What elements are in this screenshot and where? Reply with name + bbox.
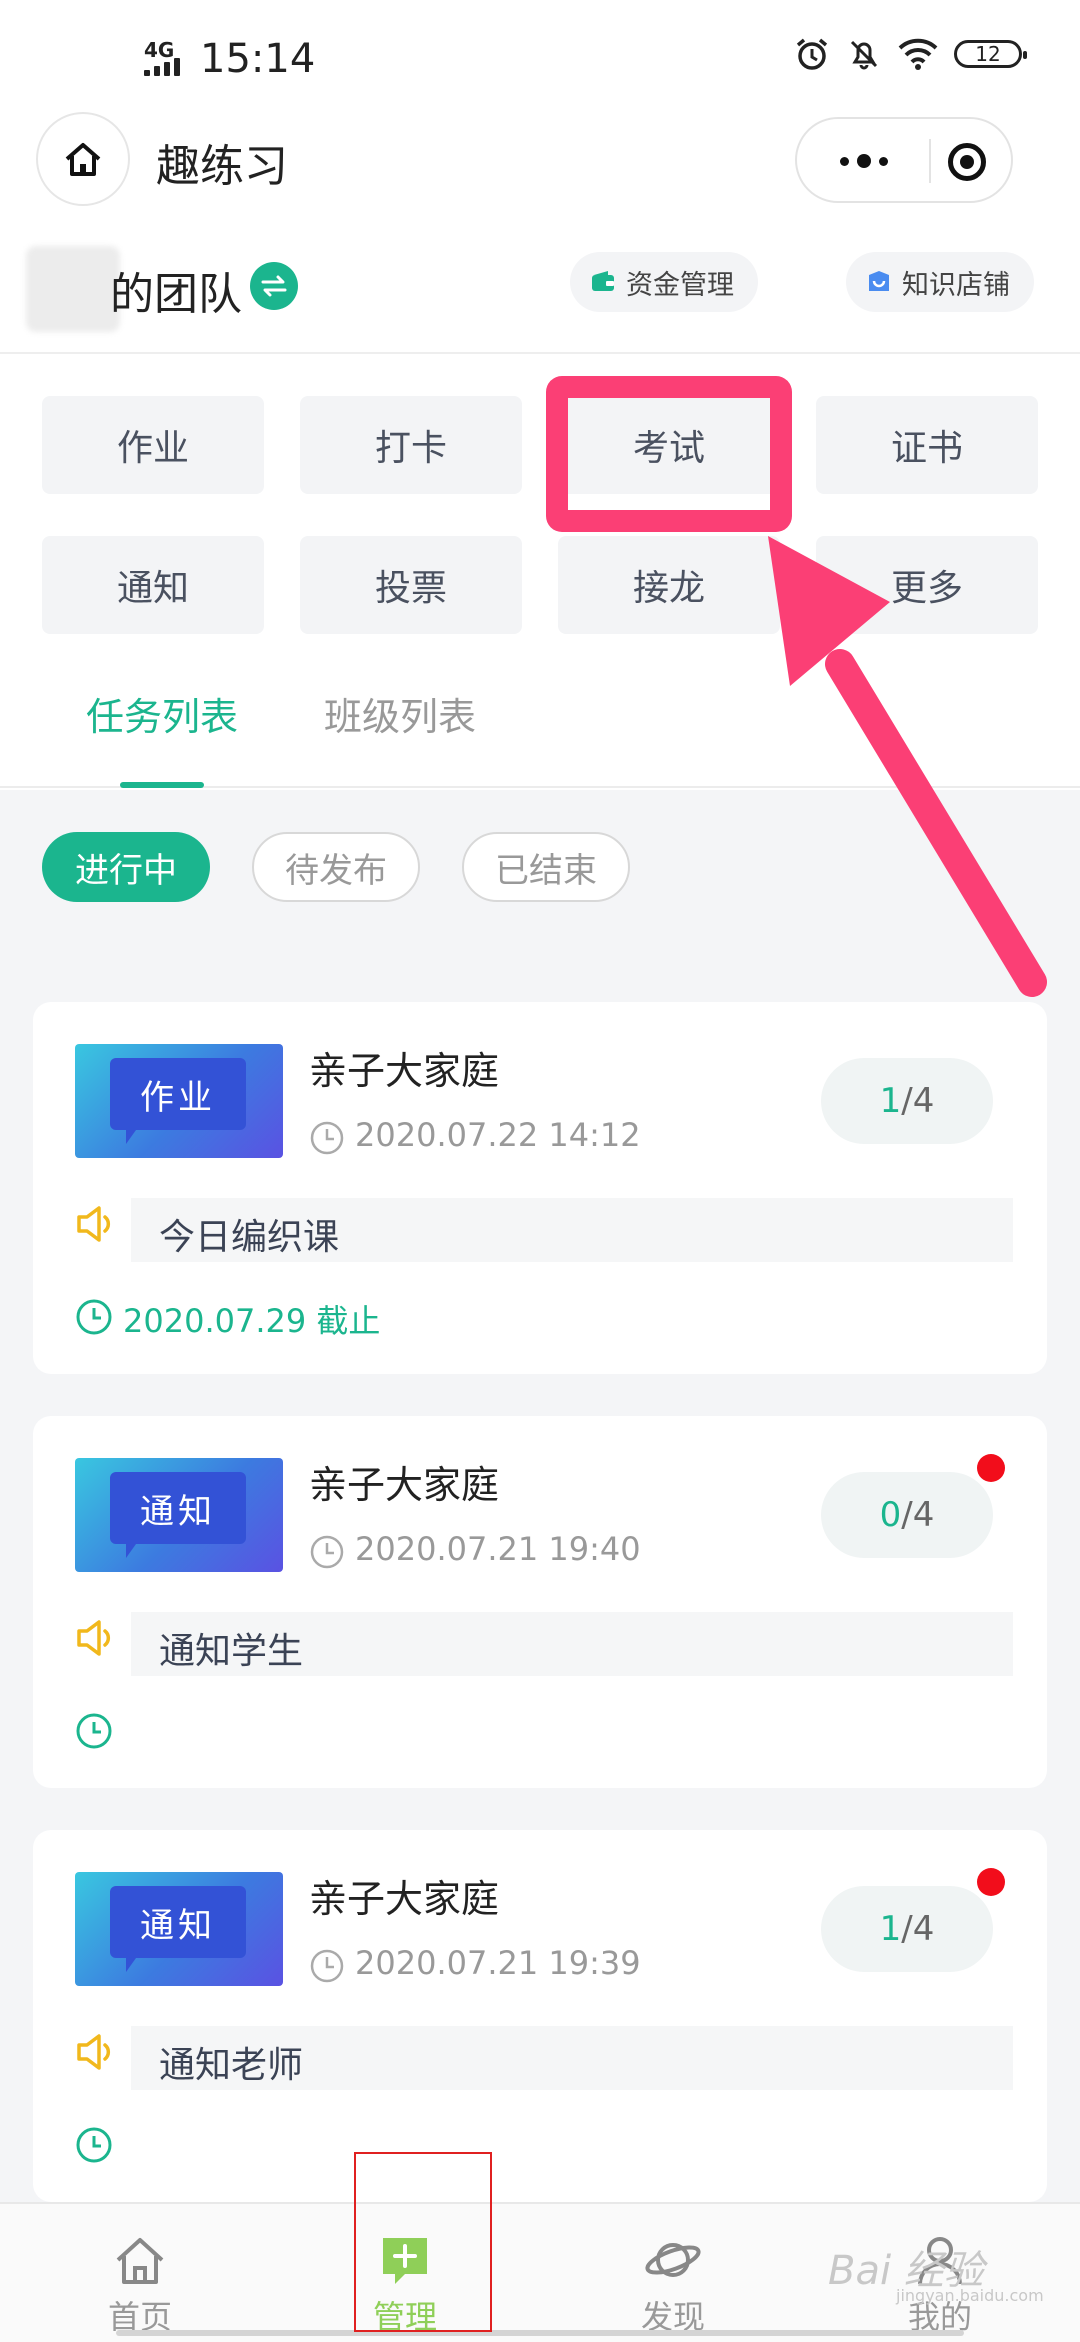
divider [0,352,1080,354]
relay-button[interactable]: 接龙 [558,536,780,634]
filter-ongoing[interactable]: 进行中 [42,832,210,902]
tab-indicator [120,782,204,788]
task-time: 2020.07.21 19:40 [355,1530,641,1568]
tab-class-list[interactable]: 班级列表 [324,686,476,741]
funds-label: 资金管理 [626,269,734,301]
task-done-count: 0 [879,1495,902,1535]
checkin-button[interactable]: 打卡 [300,396,522,494]
home-icon [116,2238,164,2284]
homework-button[interactable]: 作业 [42,396,264,494]
speaker-icon [77,2034,111,2070]
task-card[interactable]: 通知 亲子大家庭 2020.07.21 19:39 1/4 通知老师 [33,1830,1047,2202]
task-title: 亲子大家庭 [309,1877,500,1921]
task-thumbnail: 通知 [75,1872,283,1986]
task-progress[interactable]: 0/4 [821,1472,993,1558]
task-time: 2020.07.21 19:39 [355,1944,641,1982]
capsule-menu [795,117,1013,203]
notice-button[interactable]: 通知 [42,536,264,634]
task-card[interactable]: 作业 亲子大家庭 2020.07.22 14:12 1/4 今日编织课 2020… [33,1002,1047,1374]
home-button[interactable] [36,112,130,206]
task-note: 通知学生 [159,1631,304,1672]
shop-icon [869,271,889,291]
signal-icon [144,58,188,76]
clock-icon [310,1949,344,1983]
task-deadline: 2020.07.29 截止 [123,1302,381,1340]
vote-button[interactable]: 投票 [300,536,522,634]
more-icon[interactable] [827,145,901,177]
status-bar: 4G 15:14 12 [0,0,1080,115]
status-time: 15:14 [200,36,316,82]
capsule-divider [929,139,931,183]
battery-icon: 12 [954,40,1027,68]
unread-dot [977,1868,1005,1896]
task-tag: 通知 [110,1472,246,1558]
team-avatar [26,246,120,332]
task-progress[interactable]: 1/4 [821,1058,993,1144]
home-indicator [116,2330,964,2336]
task-done-count: 1 [879,1909,902,1949]
watermark-url: jingyan.baidu.com [896,2286,1044,2305]
shop-button[interactable]: 知识店铺 [846,252,1034,312]
clock-icon [310,1535,344,1569]
task-card[interactable]: 通知 亲子大家庭 2020.07.21 19:40 0/4 通知学生 [33,1416,1047,1788]
wifi-icon [898,38,938,70]
funds-button[interactable]: 资金管理 [570,252,758,312]
planet-icon [645,2243,701,2277]
certificate-button[interactable]: 证书 [816,396,1038,494]
annotation-nav-box [354,2152,492,2332]
task-done-count: 1 [879,1081,902,1121]
clock-icon [76,2127,112,2163]
home-icon [65,143,101,176]
close-target-icon[interactable] [948,143,986,181]
clock-icon [310,1121,344,1155]
clock-icon [76,1713,112,1749]
unread-dot [977,1454,1005,1482]
task-total-count: /4 [901,1081,935,1121]
tab-task-list[interactable]: 任务列表 [86,686,238,741]
mute-bell-icon [850,40,878,70]
team-name: 的团队 [110,269,242,320]
task-tag: 通知 [110,1886,246,1972]
switch-team-icon[interactable] [250,262,298,310]
more-button[interactable]: 更多 [816,536,1038,634]
shop-label: 知识店铺 [902,269,1010,301]
filter-pending[interactable]: 待发布 [252,832,420,902]
task-note: 今日编织课 [159,1217,340,1258]
clock-icon [76,1299,112,1335]
page-title: 趣练习 [156,141,288,192]
filter-ended[interactable]: 已结束 [462,832,630,902]
task-progress[interactable]: 1/4 [821,1886,993,1972]
task-title: 亲子大家庭 [309,1049,500,1093]
annotation-highlight-box [546,376,792,532]
battery-level: 12 [975,42,1001,66]
task-total-count: /4 [901,1495,935,1535]
task-total-count: /4 [901,1909,935,1949]
task-thumbnail: 通知 [75,1458,283,1572]
task-title: 亲子大家庭 [309,1463,500,1507]
task-tag: 作业 [110,1058,246,1144]
task-note: 通知老师 [159,2045,304,2086]
task-thumbnail: 作业 [75,1044,283,1158]
nav-discover[interactable]: 发现 [598,2204,748,2342]
nav-home[interactable]: 首页 [65,2204,215,2342]
speaker-icon [77,1206,111,1242]
alarm-icon [796,38,828,70]
speaker-icon [77,1620,111,1656]
task-time: 2020.07.22 14:12 [355,1116,641,1154]
wallet-icon [592,271,614,291]
